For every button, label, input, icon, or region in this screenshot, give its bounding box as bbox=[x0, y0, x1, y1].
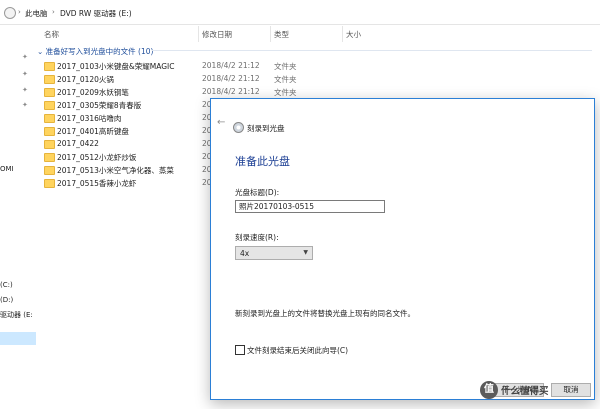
folder-icon bbox=[44, 88, 55, 97]
folder-icon bbox=[44, 153, 55, 162]
file-date: 2018/4/2 21:12 bbox=[202, 74, 260, 83]
column-header-date[interactable]: 修改日期 bbox=[202, 29, 232, 40]
dialog-heading: 准备此光盘 bbox=[235, 155, 290, 168]
file-name: 2017_0209水妖钢笔 bbox=[57, 88, 129, 97]
nav-item-drive-d[interactable]: (D:) bbox=[0, 296, 13, 304]
nav-item-drive-e[interactable]: 驱动器 (E: bbox=[0, 310, 33, 320]
chevron-right-icon: › bbox=[52, 8, 55, 16]
burn-to-disc-dialog: ← 刻录到光盘 准备此光盘 光盘标题(D): 刻录速度(R): 4x ▼ 新刻录… bbox=[210, 98, 595, 400]
file-name: 2017_0316咕噜肉 bbox=[57, 114, 122, 123]
breadcrumb-dvd-drive[interactable]: DVD RW 驱动器 (E:) bbox=[60, 8, 132, 19]
file-name: 2017_0120火锅 bbox=[57, 75, 114, 84]
pin-icon[interactable]: ✦ bbox=[22, 86, 28, 94]
burn-speed-dropdown[interactable]: 4x ▼ bbox=[235, 246, 313, 260]
watermark-logo-icon: 值 bbox=[480, 381, 498, 399]
nav-selection-highlight bbox=[0, 332, 36, 345]
file-date: 2018/4/2 21:12 bbox=[202, 87, 260, 96]
file-name: 2017_0422 bbox=[57, 139, 99, 148]
column-header-type[interactable]: 类型 bbox=[274, 29, 289, 40]
disc-icon bbox=[233, 122, 244, 133]
close-wizard-checkbox-label[interactable]: 文件刻录结束后关闭此向导(C) bbox=[247, 345, 348, 356]
column-header-size[interactable]: 大小 bbox=[346, 29, 361, 40]
file-name: 2017_0512小龙虾炒饭 bbox=[57, 153, 137, 162]
nav-item-omi[interactable]: OMI bbox=[0, 165, 14, 173]
column-header-name[interactable]: 名称 bbox=[44, 29, 59, 40]
disc-title-input[interactable] bbox=[235, 200, 385, 213]
folder-icon bbox=[44, 101, 55, 110]
file-name: 2017_0513小米空气净化器、蒸菜 bbox=[57, 166, 174, 175]
file-date: 2018/4/2 21:12 bbox=[202, 61, 260, 70]
column-divider[interactable] bbox=[198, 26, 199, 42]
file-name: 2017_0103小米键盘&荣耀MAGIC bbox=[57, 62, 175, 71]
navigation-pane: ✦ ✦ ✦ ✦ OMI (C:) (D:) 驱动器 (E: bbox=[0, 25, 36, 409]
disc-title-label: 光盘标题(D): bbox=[235, 188, 280, 197]
folder-icon bbox=[44, 127, 55, 136]
burn-speed-value: 4x bbox=[240, 249, 250, 258]
nav-item-drive-c[interactable]: (C:) bbox=[0, 281, 13, 289]
close-wizard-checkbox[interactable] bbox=[235, 345, 245, 355]
pin-icon[interactable]: ✦ bbox=[22, 70, 28, 78]
folder-icon bbox=[44, 114, 55, 123]
folder-icon bbox=[44, 166, 55, 175]
file-type: 文件夹 bbox=[274, 75, 297, 84]
dialog-title: 刻录到光盘 bbox=[247, 124, 285, 133]
back-arrow-icon[interactable]: ← bbox=[217, 117, 225, 128]
burn-speed-label: 刻录速度(R): bbox=[235, 233, 279, 242]
column-divider[interactable] bbox=[270, 26, 271, 42]
breadcrumb-this-pc[interactable]: 此电脑 bbox=[25, 8, 48, 19]
file-name: 2017_0401高昕键盘 bbox=[57, 127, 129, 136]
folder-icon bbox=[44, 140, 55, 149]
chevron-down-icon: ▼ bbox=[303, 249, 308, 256]
file-row[interactable]: 2017_0209水妖钢笔 2018/4/2 21:12 文件夹 bbox=[40, 86, 340, 98]
folder-icon bbox=[44, 179, 55, 188]
group-header-label: 准备好写入到光盘中的文件 (10) bbox=[45, 47, 154, 56]
file-type: 文件夹 bbox=[274, 62, 297, 71]
file-row[interactable]: 2017_0103小米键盘&荣耀MAGIC 2018/4/2 21:12 文件夹 bbox=[40, 60, 340, 72]
back-circle-icon[interactable] bbox=[4, 7, 16, 19]
file-type: 文件夹 bbox=[274, 88, 297, 97]
cancel-button[interactable]: 取消 bbox=[551, 383, 591, 397]
pin-icon[interactable]: ✦ bbox=[22, 101, 28, 109]
group-header[interactable]: ⌄ 准备好写入到光盘中的文件 (10) bbox=[37, 46, 153, 57]
file-row[interactable]: 2017_0120火锅 2018/4/2 21:12 文件夹 bbox=[40, 73, 340, 85]
column-divider[interactable] bbox=[342, 26, 343, 42]
replace-notice: 新刻录到光盘上的文件将替换光盘上现有的同名文件。 bbox=[235, 309, 415, 318]
group-divider bbox=[152, 50, 592, 51]
chevron-right-icon: › bbox=[18, 8, 21, 16]
file-name: 2017_0515香辣小龙虾 bbox=[57, 179, 137, 188]
address-bar[interactable]: › 此电脑 › DVD RW 驱动器 (E:) bbox=[0, 0, 600, 25]
folder-icon bbox=[44, 75, 55, 84]
watermark-text: 什么值得买 bbox=[501, 386, 549, 397]
file-name: 2017_0305荣耀8青春版 bbox=[57, 101, 142, 110]
folder-icon bbox=[44, 62, 55, 71]
pin-icon[interactable]: ✦ bbox=[22, 53, 28, 61]
